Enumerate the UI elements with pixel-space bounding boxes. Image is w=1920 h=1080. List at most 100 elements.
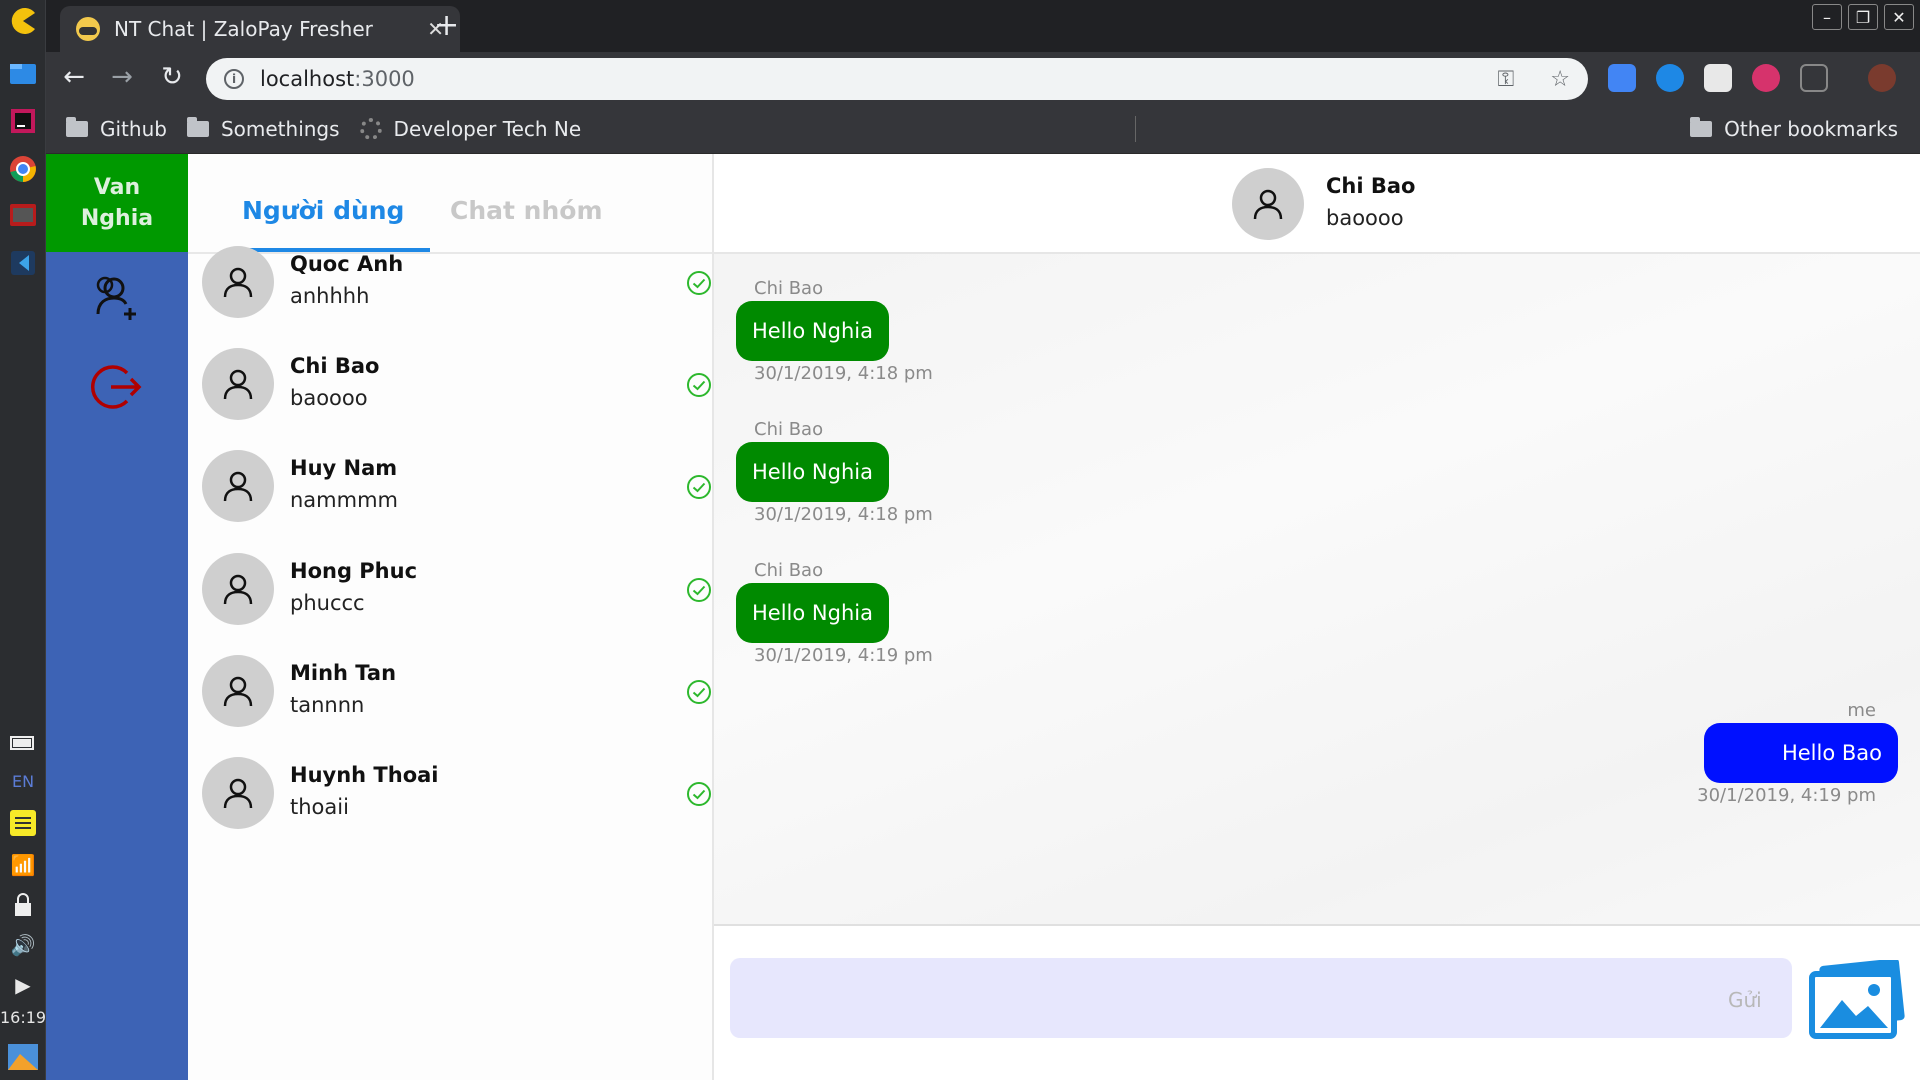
new-tab-icon[interactable]: + — [434, 8, 459, 43]
avatar — [202, 655, 274, 727]
bookmark-github[interactable]: Github — [66, 116, 167, 141]
files-icon[interactable] — [6, 56, 40, 90]
message-bubble: Hello Bao — [1704, 723, 1898, 783]
contact-row[interactable]: Chi Bao baoooo — [202, 348, 711, 422]
image-upload-icon[interactable] — [1808, 958, 1906, 1046]
message: Chi Bao Hello Nghia 30/1/2019, 4:18 pm — [736, 419, 933, 525]
chat-partner-name: Chi Bao — [1326, 174, 1416, 198]
contact-row[interactable]: Minh Tan tannnn — [202, 655, 711, 729]
contact-name: Chi Bao — [290, 354, 380, 378]
logout-icon[interactable] — [82, 352, 152, 422]
forward-icon[interactable]: → — [106, 62, 138, 92]
tab-favicon-icon — [76, 17, 100, 41]
app-launcher-icon[interactable] — [6, 1040, 40, 1074]
address-bar[interactable]: i localhost:3000 ⚿ ☆ — [206, 58, 1588, 100]
contact-row[interactable]: Hong Phuc phuccc — [202, 553, 711, 627]
window-controls: – ❐ ✕ — [1812, 4, 1914, 30]
pacman-icon[interactable] — [6, 4, 40, 38]
color-extension-icon[interactable] — [1752, 64, 1780, 92]
message: Chi Bao Hello Nghia 30/1/2019, 4:19 pm — [736, 560, 933, 666]
translate-extension-icon[interactable] — [1608, 64, 1636, 92]
online-check-icon — [686, 474, 712, 504]
bookmarks-bar: Github Somethings Developer Tech Ne Othe… — [46, 104, 1920, 154]
contact-row[interactable]: Huynh Thoai thoaii — [202, 757, 711, 831]
message-bubble: Hello Nghia — [736, 301, 889, 361]
battery-icon[interactable] — [6, 726, 40, 760]
other-bookmarks[interactable]: Other bookmarks — [1690, 116, 1898, 141]
close-window-icon[interactable]: ✕ — [1884, 4, 1914, 30]
tab-strip: NT Chat | ZaloPay Fresher ✕ + – ❐ ✕ — [46, 0, 1920, 52]
avatar — [202, 348, 274, 420]
profile-avatar-icon[interactable] — [1868, 64, 1896, 92]
online-check-icon — [686, 781, 712, 811]
add-friend-icon[interactable] — [82, 262, 152, 332]
online-check-icon — [686, 679, 712, 709]
my-message: me Hello Bao 30/1/2019, 4:19 pm — [1697, 700, 1898, 806]
bookmark-label: Other bookmarks — [1724, 116, 1898, 141]
contacts-tabs: Người dùng Chat nhóm — [188, 154, 712, 254]
message-time: 30/1/2019, 4:19 pm — [754, 645, 933, 666]
bookmark-label: Github — [100, 116, 167, 141]
tab-users[interactable]: Người dùng — [242, 196, 404, 225]
cloud-extension-icon[interactable] — [1656, 64, 1684, 92]
avatar — [202, 757, 274, 829]
contact-username: phuccc — [290, 591, 365, 615]
volume-icon[interactable]: 🔊 — [6, 928, 40, 962]
minimize-icon[interactable]: – — [1812, 4, 1842, 30]
message-sender: Chi Bao — [754, 419, 824, 440]
menu-kebab-icon[interactable]: ⋮ — [1916, 64, 1920, 92]
contacts-panel: Người dùng Chat nhóm Quoc Anh anhhhh Chi B… — [188, 154, 714, 1080]
gear-icon — [359, 117, 382, 140]
intellij-icon[interactable] — [6, 104, 40, 138]
contact-username: nammmm — [290, 488, 399, 512]
bookmark-label: Developer Tech Ne — [393, 116, 582, 141]
message-time: 30/1/2019, 4:19 pm — [1697, 785, 1876, 806]
message-composer: Gửi — [714, 924, 1920, 1080]
back-icon[interactable]: ← — [58, 62, 90, 92]
contact-name: Huynh Thoai — [290, 763, 439, 787]
tab-title: NT Chat | ZaloPay Fresher — [114, 17, 373, 41]
current-user-first: Van — [93, 175, 141, 200]
reload-icon[interactable]: ↻ — [156, 62, 188, 92]
contact-row[interactable]: Quoc Anh anhhhh — [202, 246, 711, 320]
folder-icon — [186, 116, 209, 137]
chrome-icon[interactable] — [6, 152, 40, 186]
contact-username: tannnn — [290, 693, 365, 717]
chat-partner-username: baoooo — [1326, 206, 1404, 230]
message-bubble: Hello Nghia — [736, 442, 889, 502]
grid-extension-icon[interactable] — [1704, 64, 1732, 92]
send-button[interactable]: Gửi — [1728, 988, 1762, 1012]
bookmark-label: Somethings — [220, 116, 340, 141]
bookmark-star-icon[interactable]: ☆ — [1550, 67, 1570, 92]
contact-name: Minh Tan — [290, 661, 397, 685]
bookmark-somethings[interactable]: Somethings — [186, 116, 340, 141]
message-time: 30/1/2019, 4:18 pm — [754, 363, 933, 384]
json-extension-icon[interactable] — [1800, 64, 1828, 92]
restore-icon[interactable]: ❐ — [1848, 4, 1878, 30]
online-check-icon — [686, 372, 712, 402]
avatar — [202, 450, 274, 522]
contact-name: Huy Nam — [290, 456, 398, 480]
message-input[interactable] — [730, 958, 1792, 1038]
contact-row[interactable]: Huy Nam nammmm — [202, 450, 711, 524]
folder-icon — [1690, 116, 1713, 137]
keyboard-language[interactable]: EN — [0, 772, 46, 791]
site-info-icon[interactable]: i — [224, 69, 244, 89]
chat-app: Van Nghia Người dùng Chat nhóm Quoc Anh a… — [46, 154, 1920, 1080]
bookmark-developer-tech[interactable]: Developer Tech Ne — [359, 116, 582, 141]
browser-toolbar: ← → ↻ i localhost:3000 ⚿ ☆ ⋮ — [46, 52, 1920, 104]
app-sidebar: Van Nghia — [46, 154, 188, 1080]
current-user: Van Nghia — [46, 154, 188, 252]
browser-tab[interactable]: NT Chat | ZaloPay Fresher ✕ — [60, 6, 460, 52]
vscode-icon[interactable] — [6, 246, 40, 280]
key-icon[interactable]: ⚿ — [1498, 67, 1515, 92]
lock-icon[interactable] — [6, 888, 40, 922]
tab-group-chat[interactable]: Chat nhóm — [450, 196, 603, 225]
notes-icon[interactable] — [6, 806, 40, 840]
terminal-icon[interactable] — [6, 198, 40, 232]
wifi-icon[interactable]: 📶 — [6, 848, 40, 882]
contact-username: thoaii — [290, 795, 349, 819]
clock: 16:19 — [0, 1008, 47, 1027]
expand-icon[interactable]: ▶ — [6, 968, 40, 1002]
message-bubble: Hello Nghia — [736, 583, 889, 643]
